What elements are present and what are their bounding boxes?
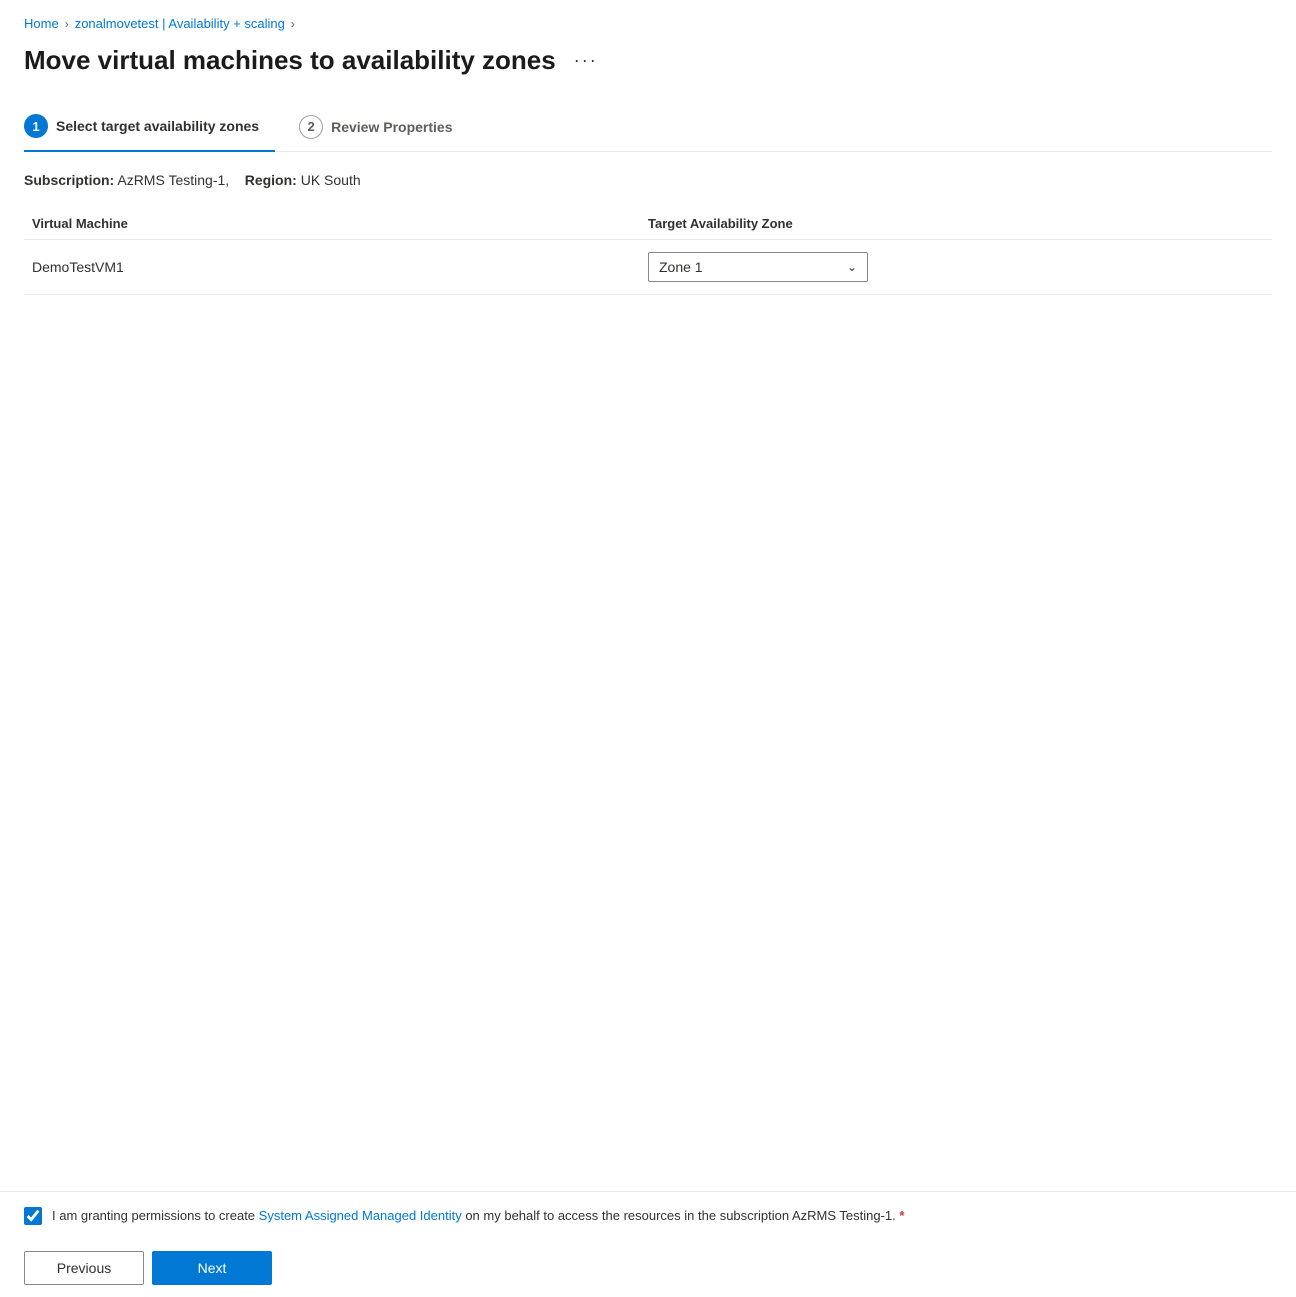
page-title-row: Move virtual machines to availability zo…: [24, 45, 1272, 76]
consent-text: I am granting permissions to create Syst…: [52, 1206, 904, 1226]
page-title: Move virtual machines to availability zo…: [24, 45, 556, 76]
col-zone-header: Target Availability Zone: [648, 208, 1272, 240]
breadcrumb-sep1: ›: [65, 17, 69, 31]
step-1[interactable]: 1 Select target availability zones: [24, 104, 275, 152]
vm-name-cell: DemoTestVM1: [24, 240, 648, 295]
subscription-label: Subscription:: [24, 172, 114, 188]
consent-text-before: I am granting permissions to create: [52, 1208, 259, 1223]
zone-dropdown[interactable]: Zone 1 ⌄: [648, 252, 868, 282]
more-options-button[interactable]: ···: [568, 48, 604, 73]
breadcrumb-home[interactable]: Home: [24, 16, 59, 31]
breadcrumb-resource[interactable]: zonalmovetest | Availability + scaling: [75, 16, 285, 31]
breadcrumb-sep2: ›: [291, 17, 295, 31]
step-1-circle: 1: [24, 114, 48, 138]
consent-link[interactable]: System Assigned Managed Identity: [259, 1208, 462, 1223]
chevron-down-icon: ⌄: [847, 260, 857, 274]
col-vm-header: Virtual Machine: [24, 208, 648, 240]
region-label: Region:: [245, 172, 297, 188]
region-value-text: UK South: [301, 172, 361, 188]
next-button[interactable]: Next: [152, 1251, 272, 1285]
consent-required-marker: *: [899, 1208, 904, 1223]
consent-checkbox[interactable]: [24, 1207, 42, 1225]
step-2-label: Review Properties: [331, 119, 452, 135]
zone-selected-value: Zone 1: [659, 259, 703, 275]
table-row: DemoTestVM1 Zone 1 ⌄: [24, 240, 1272, 295]
step-1-label: Select target availability zones: [56, 118, 259, 134]
wizard-steps: 1 Select target availability zones 2 Rev…: [24, 104, 1272, 152]
subscription-value-text: AzRMS Testing-1,: [117, 172, 229, 188]
step-2-circle: 2: [299, 115, 323, 139]
button-row: Previous Next: [0, 1239, 1296, 1297]
previous-button[interactable]: Previous: [24, 1251, 144, 1285]
consent-row: I am granting permissions to create Syst…: [0, 1191, 1296, 1240]
zone-cell: Zone 1 ⌄: [648, 240, 1272, 295]
consent-text-after: on my behalf to access the resources in …: [462, 1208, 896, 1223]
step-2[interactable]: 2 Review Properties: [299, 105, 468, 151]
breadcrumb: Home › zonalmovetest | Availability + sc…: [24, 16, 1272, 31]
info-row: Subscription: AzRMS Testing-1, Region: U…: [24, 172, 1272, 188]
vm-table: Virtual Machine Target Availability Zone…: [24, 208, 1272, 295]
